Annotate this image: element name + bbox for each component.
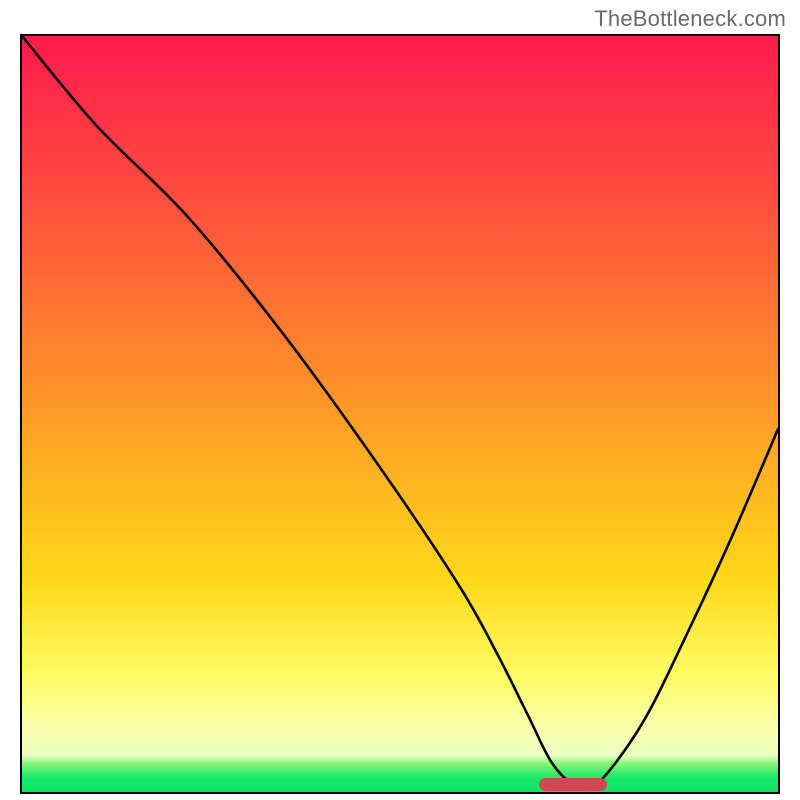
- bottleneck-curve: [22, 36, 778, 792]
- watermark-text: TheBottleneck.com: [594, 6, 786, 32]
- optimal-range-marker: [539, 778, 607, 791]
- curve-path: [22, 36, 778, 790]
- chart-frame: [20, 34, 780, 794]
- chart-stage: TheBottleneck.com: [0, 0, 800, 800]
